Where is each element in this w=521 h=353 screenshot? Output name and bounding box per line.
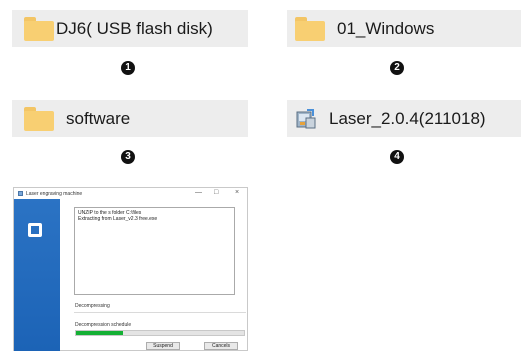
step-badge-3: 3 [121,150,135,164]
close-button[interactable]: × [235,189,239,197]
file-item-windows[interactable]: 01_Windows [287,10,521,47]
folder-icon [24,16,54,41]
extract-log: UNZIP to the s folder C:\files Extractin… [74,207,235,295]
step-badge-4: 4 [390,150,404,164]
divider [74,312,246,313]
installer-banner [14,199,60,351]
title-bar: Laser engraving machine — □ × [14,188,247,199]
installer-icon [295,108,317,130]
maximize-button[interactable]: □ [214,189,218,197]
file-item-software[interactable]: software [12,100,248,137]
cancel-button[interactable]: Cancels [204,342,238,350]
step-badge-2: 2 [390,61,404,75]
file-item-laser-installer[interactable]: Laser_2.0.4(211018) [287,100,521,137]
logo-square-icon [28,223,42,237]
log-line: Extracting from Laser_v2.3 free.exe [78,216,158,222]
installer-window: Laser engraving machine — □ × UNZIP to t… [13,187,248,351]
step-badge-1: 1 [121,61,135,75]
app-icon [18,191,23,196]
minimize-button[interactable]: — [195,189,202,197]
folder-icon [24,106,54,131]
file-item-label: software [66,108,131,128]
file-item-label: Laser_2.0.4(211018) [329,108,486,128]
schedule-label: Decompression schedule [75,322,132,328]
folder-icon [295,16,325,41]
file-item-label: DJ6( USB flash disk) [56,18,213,38]
decompression-progress-bar [75,330,245,336]
file-item-usb-disk[interactable]: DJ6( USB flash disk) [12,10,248,47]
suspend-button[interactable]: Suspend [146,342,180,350]
status-text: Decompressing [75,303,110,309]
file-item-label: 01_Windows [337,18,435,38]
progress-fill [76,331,124,335]
window-title: Laser engraving machine [26,191,83,197]
